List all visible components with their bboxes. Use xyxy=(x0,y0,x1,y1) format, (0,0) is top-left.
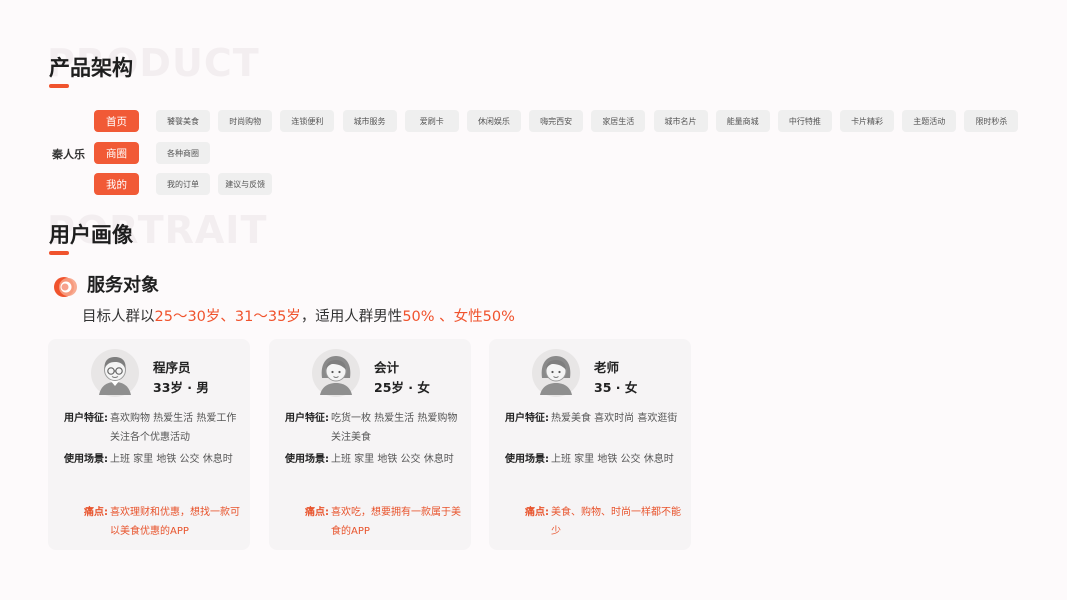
menu-item[interactable]: 城市名片 xyxy=(653,110,708,132)
menu-item[interactable]: 主题活动 xyxy=(902,110,957,132)
menu-item[interactable]: 能量商城 xyxy=(715,110,770,132)
desc-middle: ，适用人群男性 xyxy=(300,309,403,325)
architecture-row-home: 首页 饕餮美食 时尚购物 连锁便利 城市服务 爱刷卡 休闲娱乐 嗨完西安 家居生… xyxy=(94,110,1027,132)
desc-age-range: 25～30岁、31～35岁 xyxy=(154,309,301,325)
desc-separator: 、 xyxy=(434,309,454,325)
pain-text: 喜欢理财和优惠，想找一款可以美食优惠的APP xyxy=(110,507,240,537)
tab-district[interactable]: 商圈 xyxy=(94,142,139,164)
persona-scene-row: 使用场景: 上班 家里 地铁 公交 休息时 xyxy=(499,450,684,469)
menu-item[interactable]: 连锁便利 xyxy=(280,110,335,132)
scene-text: 上班 家里 地铁 公交 休息时 xyxy=(110,454,233,465)
persona-age-gender: 25岁 · 女 xyxy=(374,380,430,395)
service-target-description: 目标人群以25～30岁、31～35岁，适用人群男性50% 、女性50% xyxy=(82,309,515,326)
persona-feature-row: 用户特征: 喜欢购物 热爱生活 热爱工作关注各个优惠活动 xyxy=(58,409,243,447)
persona-name: 老师 xyxy=(594,360,620,375)
slide: PRODUCT 产品架构 秦人乐 首页 饕餮美食 时尚购物 连锁便利 城市服务 … xyxy=(0,0,1067,600)
target-icon xyxy=(54,277,77,297)
architecture-root-label: 秦人乐 xyxy=(52,148,85,161)
tab-mine[interactable]: 我的 xyxy=(94,173,139,195)
scene-text: 上班 家里 地铁 公交 休息时 xyxy=(331,454,454,465)
female-avatar-icon xyxy=(532,349,580,397)
pain-label: 痛点: xyxy=(525,507,549,518)
pain-label: 痛点: xyxy=(84,507,108,518)
menu-item[interactable]: 卡片精彩 xyxy=(840,110,895,132)
tab-home[interactable]: 首页 xyxy=(94,110,139,132)
desc-female-share: 女性50% xyxy=(453,309,515,325)
pain-label: 痛点: xyxy=(305,507,329,518)
persona-age-gender: 35 · 女 xyxy=(594,380,638,395)
menu-item[interactable]: 休闲娱乐 xyxy=(466,110,521,132)
scene-text: 上班 家里 地铁 公交 休息时 xyxy=(551,454,674,465)
menu-item[interactable]: 城市服务 xyxy=(342,110,397,132)
persona-scene-row: 使用场景: 上班 家里 地铁 公交 休息时 xyxy=(279,450,464,469)
menu-item[interactable]: 限时秒杀 xyxy=(964,110,1019,132)
persona-feature-row: 用户特征: 吃货一枚 热爱生活 热爱购物 关注美食 xyxy=(279,409,464,447)
feature-text: 喜欢购物 热爱生活 热爱工作关注各个优惠活动 xyxy=(110,413,237,443)
persona-pain-row: 痛点: 喜欢理财和优惠，想找一款可以美食优惠的APP xyxy=(58,503,243,541)
female-avatar-icon xyxy=(312,349,360,397)
service-target-title: 服务对象 xyxy=(87,275,159,296)
persona-feature-row: 用户特征: 热爱美食 喜欢时尚 喜欢逛街 xyxy=(499,409,684,428)
portrait-section-title: 用户画像 xyxy=(49,223,133,247)
feature-text: 吃货一枚 热爱生活 热爱购物 关注美食 xyxy=(331,413,458,443)
scene-label: 使用场景: xyxy=(505,454,549,465)
menu-item[interactable]: 中行特推 xyxy=(777,110,832,132)
feature-label: 用户特征: xyxy=(64,413,108,424)
persona-card-programmer: 程序员 33岁 · 男 用户特征: 喜欢购物 热爱生活 热爱工作关注各个优惠活动… xyxy=(48,339,250,550)
architecture-row-mine: 我的 我的订单 建议与反馈 xyxy=(94,173,280,195)
persona-card-teacher: 老师 35 · 女 用户特征: 热爱美食 喜欢时尚 喜欢逛街 使用场景: 上班 … xyxy=(489,339,691,550)
persona-age-gender: 33岁 · 男 xyxy=(153,380,209,395)
persona-pain-row: 痛点: 美食、购物、时尚一样都不能少 xyxy=(499,503,684,541)
male-glasses-avatar-icon xyxy=(91,349,139,397)
scene-label: 使用场景: xyxy=(64,454,108,465)
menu-item[interactable]: 时尚购物 xyxy=(218,110,273,132)
menu-item[interactable]: 我的订单 xyxy=(156,173,210,195)
product-title-underline xyxy=(49,84,69,88)
menu-item[interactable]: 各种商圈 xyxy=(156,142,210,164)
menu-item[interactable]: 嗨完西安 xyxy=(529,110,584,132)
menu-item[interactable]: 饕餮美食 xyxy=(156,110,210,132)
feature-label: 用户特征: xyxy=(505,413,549,424)
scene-label: 使用场景: xyxy=(285,454,329,465)
pain-text: 美食、购物、时尚一样都不能少 xyxy=(551,507,681,537)
persona-pain-row: 痛点: 喜欢吃，想要拥有一款属于美食的APP xyxy=(279,503,464,541)
pain-text: 喜欢吃，想要拥有一款属于美食的APP xyxy=(331,507,461,537)
feature-text: 热爱美食 喜欢时尚 喜欢逛街 xyxy=(551,413,678,424)
desc-prefix: 目标人群以 xyxy=(82,309,155,325)
menu-item[interactable]: 爱刷卡 xyxy=(404,110,459,132)
menu-item[interactable]: 建议与反馈 xyxy=(218,173,273,195)
persona-name: 会计 xyxy=(374,360,400,375)
desc-male-share: 50% xyxy=(402,309,435,325)
architecture-row-district: 商圈 各种商圈 xyxy=(94,142,218,164)
feature-label: 用户特征: xyxy=(285,413,329,424)
persona-scene-row: 使用场景: 上班 家里 地铁 公交 休息时 xyxy=(58,450,243,469)
persona-name: 程序员 xyxy=(153,360,191,375)
product-section-title: 产品架构 xyxy=(49,56,133,80)
menu-item[interactable]: 家居生活 xyxy=(591,110,646,132)
portrait-title-underline xyxy=(49,251,69,255)
persona-card-accountant: 会计 25岁 · 女 用户特征: 吃货一枚 热爱生活 热爱购物 关注美食 使用场… xyxy=(269,339,471,550)
